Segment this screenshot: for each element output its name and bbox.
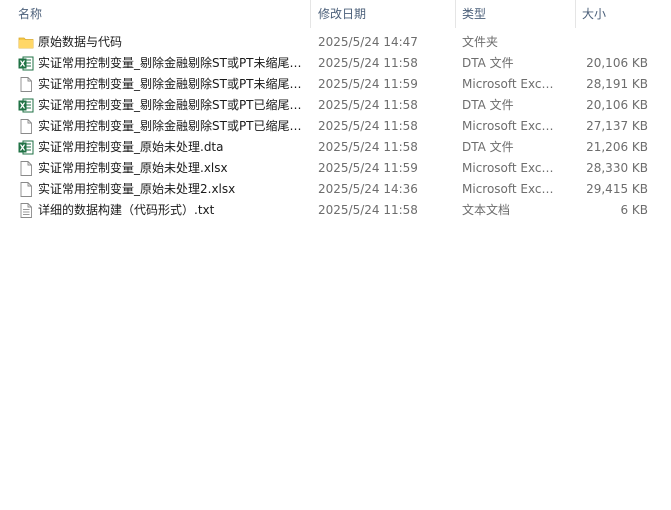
blank-file-icon <box>18 119 34 134</box>
column-header-size[interactable]: 大小 <box>582 0 606 28</box>
column-header-name[interactable]: 名称 <box>18 0 42 28</box>
file-name: 实证常用控制变量_原始未处理.xlsx <box>38 161 228 175</box>
file-date: 2025/5/24 14:47 <box>318 35 418 49</box>
file-type: 文本文档 <box>462 203 511 217</box>
file-date: 2025/5/24 11:58 <box>318 56 418 70</box>
file-row[interactable]: 原始数据与代码 2025/5/24 14:47 文件夹 <box>0 32 671 53</box>
file-date: 2025/5/24 11:59 <box>318 161 418 175</box>
file-row[interactable]: X 实证常用控制变量_剔除金融剔除ST或PT已缩尾.dta 2025/5/24 11… <box>0 95 671 116</box>
file-type: DTA 文件 <box>462 56 514 70</box>
blank-file-icon <box>18 161 34 176</box>
file-type: Microsoft Excel ... <box>462 182 556 196</box>
file-date: 2025/5/24 11:58 <box>318 98 418 112</box>
file-row[interactable]: 详细的数据构建（代码形式）.txt 2025/5/24 11:58 文本文档 6 KB <box>0 200 671 221</box>
column-divider[interactable] <box>455 0 456 28</box>
file-type: Microsoft Excel ... <box>462 77 556 91</box>
file-size: 6 KB <box>620 203 648 217</box>
file-type: 文件夹 <box>462 35 499 49</box>
file-date: 2025/5/24 11:59 <box>318 77 418 91</box>
file-size: 27,137 KB <box>586 119 648 133</box>
file-type: Microsoft Excel ... <box>462 161 556 175</box>
file-name: 原始数据与代码 <box>38 35 123 49</box>
excel-dta-icon: X <box>18 56 34 71</box>
column-header-date[interactable]: 修改日期 <box>318 0 366 28</box>
blank-file-icon <box>18 182 34 197</box>
file-size: 21,206 KB <box>586 140 648 154</box>
file-type: DTA 文件 <box>462 140 514 154</box>
file-size: 20,106 KB <box>586 98 648 112</box>
file-date: 2025/5/24 11:58 <box>318 140 418 154</box>
text-file-icon <box>18 203 34 218</box>
svg-text:X: X <box>20 144 26 153</box>
file-row[interactable]: 实证常用控制变量_原始未处理2.xlsx 2025/5/24 14:36 Micro… <box>0 179 671 200</box>
file-size: 28,191 KB <box>586 77 648 91</box>
file-row[interactable]: 实证常用控制变量_剔除金融剔除ST或PT未缩尾.xlsx 2025/5/24 11… <box>0 74 671 95</box>
file-row[interactable]: X 实证常用控制变量_原始未处理.dta 2025/5/24 11:58 DTA 文件… <box>0 137 671 158</box>
file-date: 2025/5/24 11:58 <box>318 203 418 217</box>
column-divider[interactable] <box>575 0 576 28</box>
sort-indicator[interactable]: ^ <box>156 0 164 6</box>
file-row[interactable]: 实证常用控制变量_剔除金融剔除ST或PT已缩尾.xlsx 2025/5/24 11… <box>0 116 671 137</box>
column-divider[interactable] <box>310 0 311 28</box>
column-header-type[interactable]: 类型 <box>462 0 486 28</box>
column-header-bar: ^ 名称 修改日期 类型 大小 <box>0 0 671 28</box>
excel-dta-icon: X <box>18 98 34 113</box>
file-size: 20,106 KB <box>586 56 648 70</box>
file-date: 2025/5/24 14:36 <box>318 182 418 196</box>
blank-file-icon <box>18 77 34 92</box>
file-name: 实证常用控制变量_剔除金融剔除ST或PT未缩尾.xlsx <box>38 77 302 91</box>
file-name: 实证常用控制变量_剔除金融剔除ST或PT未缩尾.dta <box>38 56 302 70</box>
excel-dta-icon: X <box>18 140 34 155</box>
file-name: 实证常用控制变量_剔除金融剔除ST或PT已缩尾.xlsx <box>38 119 302 133</box>
file-size: 29,415 KB <box>586 182 648 196</box>
file-row[interactable]: 实证常用控制变量_原始未处理.xlsx 2025/5/24 11:59 Micros… <box>0 158 671 179</box>
file-name: 详细的数据构建（代码形式）.txt <box>38 203 215 217</box>
svg-text:X: X <box>20 102 26 111</box>
svg-text:X: X <box>20 60 26 69</box>
file-type: DTA 文件 <box>462 98 514 112</box>
file-type: Microsoft Excel ... <box>462 119 556 133</box>
file-row[interactable]: X 实证常用控制变量_剔除金融剔除ST或PT未缩尾.dta 2025/5/24 11… <box>0 53 671 74</box>
file-list: 原始数据与代码 2025/5/24 14:47 文件夹 X 实证常用控制变量_剔除金融剔… <box>0 32 671 221</box>
folder-icon <box>18 35 34 50</box>
file-date: 2025/5/24 11:58 <box>318 119 418 133</box>
file-size: 28,330 KB <box>586 161 648 175</box>
file-name: 实证常用控制变量_原始未处理2.xlsx <box>38 182 236 196</box>
file-name: 实证常用控制变量_剔除金融剔除ST或PT已缩尾.dta <box>38 98 302 112</box>
file-name: 实证常用控制变量_原始未处理.dta <box>38 140 224 154</box>
